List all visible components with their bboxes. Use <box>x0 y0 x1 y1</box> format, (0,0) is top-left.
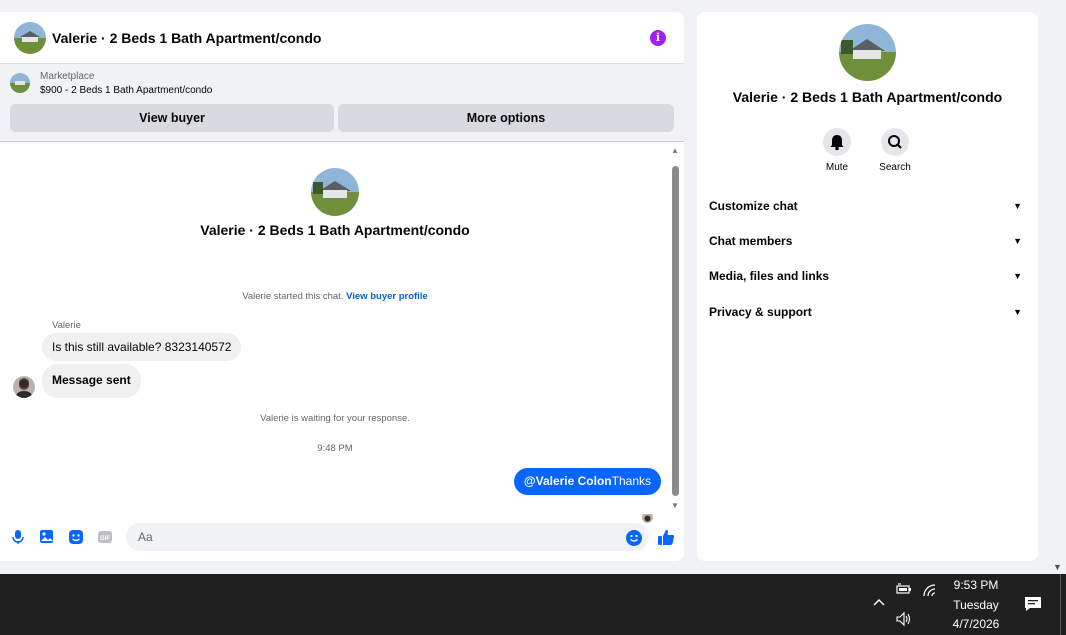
listing-avatar[interactable] <box>14 21 46 54</box>
incoming-message[interactable]: Message sent <box>42 364 141 398</box>
chat-title[interactable]: Valerie · 2 Beds 1 Bath Apartment/condo <box>52 30 321 46</box>
mute-button[interactable]: Mute <box>807 128 867 173</box>
scroll-down-arrow-icon[interactable]: ▼ <box>670 501 680 511</box>
mention-tag[interactable]: @Valerie Colon <box>524 474 612 488</box>
thumbs-up-icon[interactable] <box>657 528 675 546</box>
svg-text:GIF: GIF <box>100 536 110 542</box>
scroll-down-arrow-icon[interactable]: ▼ <box>1049 562 1066 572</box>
marketplace-label: Marketplace <box>40 71 95 82</box>
chat-started-text: Valerie started this chat. <box>242 291 344 302</box>
marketplace-banner: Marketplace $900 - 2 Beds 1 Bath Apartme… <box>0 64 684 142</box>
sender-avatar[interactable] <box>13 376 35 398</box>
chat-panel: Valerie · 2 Beds 1 Bath Apartment/condo … <box>0 12 684 561</box>
incoming-message[interactable]: Is this still available? 8323140572 <box>42 333 242 361</box>
chevron-down-icon: ▼ <box>1013 236 1022 246</box>
clock-date[interactable]: 4/7/2026 <box>945 617 1007 631</box>
wifi-icon[interactable] <box>921 582 939 598</box>
gif-icon[interactable]: GIF <box>97 529 113 545</box>
chevron-down-icon: ▼ <box>1013 201 1022 211</box>
clock-time[interactable]: 9:53 PM <box>945 578 1007 592</box>
search-button[interactable]: Search <box>865 128 925 173</box>
more-options-button[interactable]: More options <box>338 104 674 132</box>
message-timestamp: 9:48 PM <box>317 443 353 454</box>
section-media-files-links[interactable]: Media, files and links ▼ <box>709 264 1026 288</box>
sticker-icon[interactable] <box>68 529 84 545</box>
search-label: Search <box>879 162 911 173</box>
clock-day[interactable]: Tuesday <box>945 598 1007 612</box>
bell-icon <box>823 128 851 156</box>
chat-header: Valerie · 2 Beds 1 Bath Apartment/condo … <box>0 12 684 64</box>
scroll-thumb[interactable] <box>672 166 679 496</box>
info-panel-title: Valerie · 2 Beds 1 Bath Apartment/condo <box>732 89 1003 105</box>
section-label: Media, files and links <box>709 269 830 283</box>
listing-price-title[interactable]: $900 - 2 Beds 1 Bath Apartment/condo <box>40 85 212 96</box>
page-scrollbar[interactable]: ▼ <box>1049 0 1066 574</box>
message-scrollbar[interactable]: ▲ ▼ <box>670 146 680 511</box>
conversation-avatar <box>311 168 359 216</box>
view-buyer-button[interactable]: View buyer <box>10 104 334 132</box>
section-label: Chat members <box>709 234 793 248</box>
battery-icon[interactable] <box>895 582 913 598</box>
view-buyer-profile-link[interactable]: View buyer profile <box>346 291 428 302</box>
listing-thumbnail[interactable] <box>10 73 30 93</box>
chevron-down-icon: ▼ <box>1013 271 1022 281</box>
scroll-up-arrow-icon[interactable]: ▲ <box>670 146 680 156</box>
waiting-notice: Valerie is waiting for your response. <box>260 413 410 424</box>
microphone-icon[interactable] <box>10 529 26 545</box>
taskbar-divider <box>1060 574 1061 635</box>
chat-started-notice: Valerie started this chat. View buyer pr… <box>0 291 670 302</box>
chevron-down-icon: ▼ <box>1013 307 1022 317</box>
image-icon[interactable] <box>39 529 55 545</box>
chevron-up-icon[interactable] <box>872 596 886 610</box>
mute-label: Mute <box>825 162 849 173</box>
volume-icon[interactable] <box>895 611 913 627</box>
message-list: Valerie · 2 Beds 1 Bath Apartment/condo … <box>0 143 684 523</box>
section-label: Privacy & support <box>709 305 812 319</box>
outgoing-message-text: Thanks <box>611 474 651 488</box>
listing-avatar-large <box>839 24 896 81</box>
section-customize-chat[interactable]: Customize chat ▼ <box>709 194 1026 218</box>
message-composer: GIF <box>0 521 684 555</box>
outgoing-message[interactable]: @Valerie ColonThanks <box>513 468 661 495</box>
info-icon[interactable]: i <box>650 30 666 46</box>
section-label: Customize chat <box>709 199 798 213</box>
search-icon <box>881 128 909 156</box>
conversation-title: Valerie · 2 Beds 1 Bath Apartment/condo <box>200 222 470 238</box>
section-privacy-support[interactable]: Privacy & support ▼ <box>709 300 1026 324</box>
taskbar: 9:53 PM Tuesday 4/7/2026 <box>0 574 1066 635</box>
message-input[interactable] <box>126 523 649 551</box>
emoji-icon[interactable] <box>626 530 642 546</box>
section-chat-members[interactable]: Chat members ▼ <box>709 229 1026 253</box>
notification-icon[interactable] <box>1024 596 1042 612</box>
chat-info-panel: Valerie · 2 Beds 1 Bath Apartment/condo … <box>697 12 1038 561</box>
sender-name: Valerie <box>52 320 81 331</box>
